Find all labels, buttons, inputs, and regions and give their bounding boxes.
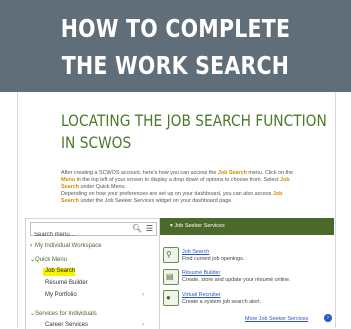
p1-job-search: Job Search: [217, 170, 247, 176]
widget-desc-resume-builder: Create, store and update your résumé onl…: [182, 277, 291, 283]
p2-text-c: under the Job Seeker Services widget on …: [78, 198, 233, 204]
widget-desc-virtual-recruiter: Create a system job search alert.: [182, 299, 262, 305]
search-icon[interactable]: ⚲: [163, 247, 179, 263]
menu-item-workspace[interactable]: My Individual Workspace: [35, 243, 102, 249]
job-seeker-services-widget: ▾ Job Seeker Services ⚲ Job Search Find …: [160, 218, 334, 328]
menu-item-my-portfolio[interactable]: My Portfolio: [45, 292, 77, 298]
menu-section-quick-menu[interactable]: Quick Menu: [35, 257, 67, 263]
menu-section-services[interactable]: Services for Individuals: [35, 311, 97, 317]
title-banner: HOW TO COMPLETE THE WORK SEARCH: [0, 0, 351, 92]
instructions-paragraph-2: Depending on how your preferences are se…: [61, 191, 301, 205]
widget-link-virtual-recruiter[interactable]: Virtual Recruiter: [182, 292, 221, 298]
document-icon[interactable]: ▤: [163, 269, 179, 285]
section-title-line2: IN SCWOS: [61, 133, 132, 152]
hamburger-icon[interactable]: ☰: [146, 223, 153, 234]
menu-item-career-services[interactable]: Career Services: [45, 322, 88, 328]
p1-text-c: menu. Click on the: [246, 170, 294, 176]
side-menu-panel: 🔍︎ ☰ › My Individual Workspace ⌄ Quick M…: [25, 218, 160, 329]
banner-title-line2: THE WORK SEARCH: [61, 51, 290, 80]
widget-title: ▾ Job Seeker Services: [170, 223, 225, 229]
widget-link-job-search[interactable]: Job Search: [182, 249, 209, 255]
more-job-seeker-services-link[interactable]: More Job Seeker Services: [245, 316, 308, 322]
widget-link-resume-builder[interactable]: Résumé Builder: [182, 270, 220, 276]
widget-desc-job-search: Find current job openings.: [182, 256, 245, 262]
p2-text-a: Depending on how your preferences are se…: [61, 191, 273, 197]
banner-title-line1: HOW TO COMPLETE: [60, 14, 291, 43]
arrow-circle-icon[interactable]: ›: [324, 314, 332, 322]
search-icon[interactable]: 🔍︎: [132, 224, 142, 234]
menu-search-input[interactable]: [31, 229, 114, 241]
menu-item-job-search[interactable]: Job Search: [45, 268, 75, 274]
menu-search-box: 🔍︎ ☰: [30, 222, 157, 241]
p1-text-g: under Quick Menu.: [78, 184, 127, 190]
menu-workspace-arrow: ›: [30, 243, 32, 249]
chevron-right-icon: ›: [142, 322, 144, 328]
recruiter-icon[interactable]: ●: [163, 290, 179, 306]
widget-title-text: Job Seeker Services: [174, 223, 225, 229]
p1-menu: Menu: [61, 177, 76, 183]
section-title-line1: LOCATING THE JOB SEARCH FUNCTION: [61, 111, 327, 130]
instructions-paragraph-1: After creating a SCWOS account, here's h…: [61, 170, 301, 191]
widget-header: ▾ Job Seeker Services: [160, 218, 334, 235]
menu-item-resume-builder[interactable]: Résumé Builder: [45, 280, 88, 286]
p1-text-a: After creating a SCWOS account, here's h…: [61, 170, 218, 176]
p1-text-e: in the top left of your screen to displa…: [75, 177, 281, 183]
chevron-right-icon: ›: [142, 292, 144, 298]
